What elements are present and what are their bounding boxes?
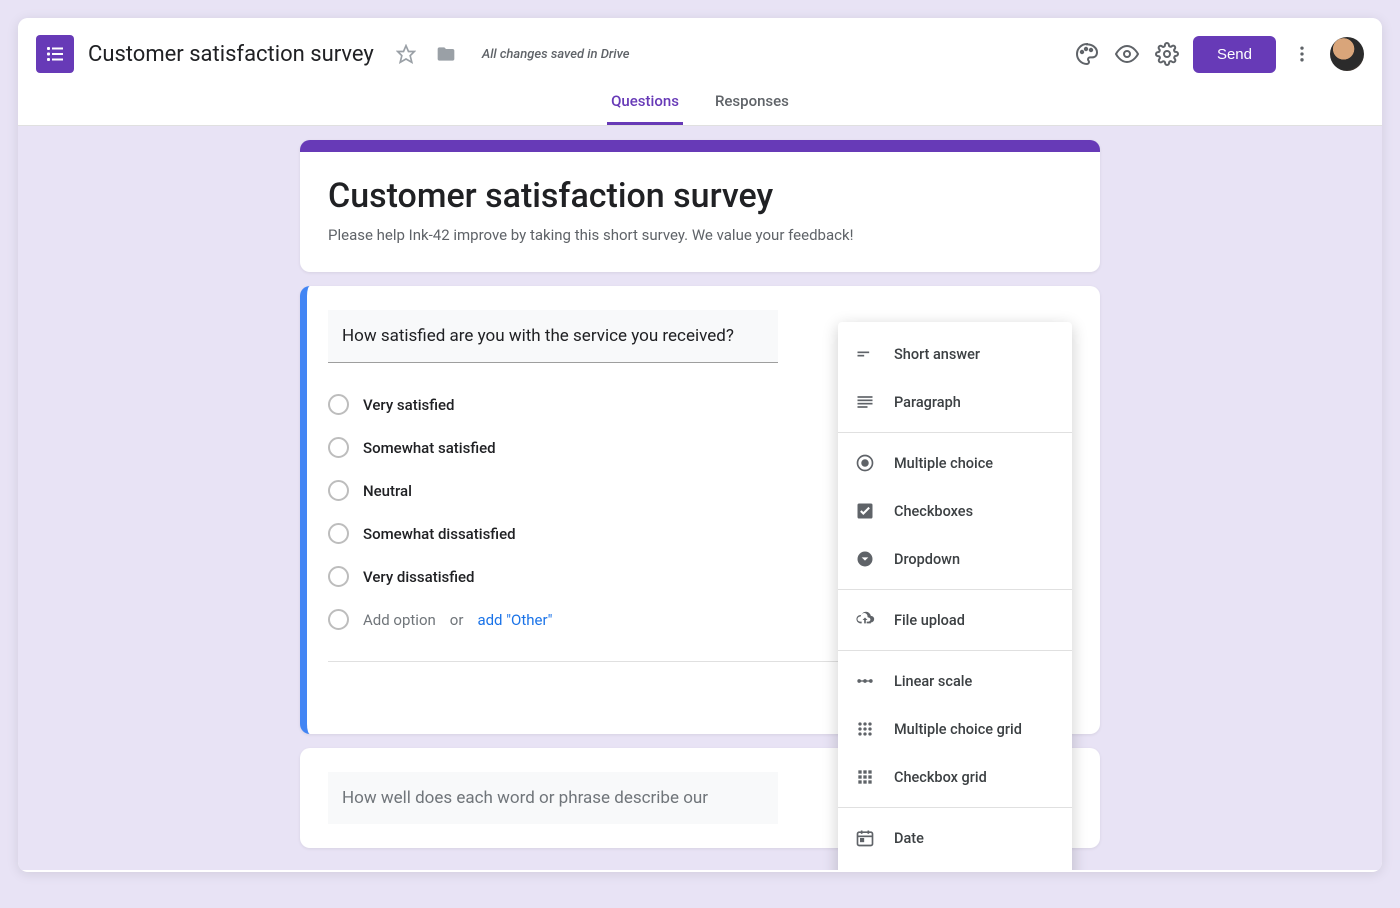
question-text-preview[interactable]: How well does each word or phrase descri… (328, 772, 778, 824)
or-text: or (450, 611, 464, 629)
radio-icon (328, 566, 349, 587)
radio-checked-icon (854, 452, 876, 474)
paragraph-icon (854, 391, 876, 413)
linear-scale-icon (854, 670, 876, 692)
menu-item-linear-scale[interactable]: Linear scale (838, 657, 1072, 705)
menu-label: Short answer (894, 346, 980, 363)
radio-icon (328, 480, 349, 501)
menu-item-multiple-choice[interactable]: Multiple choice (838, 439, 1072, 487)
menu-item-date[interactable]: Date (838, 814, 1072, 862)
menu-item-short-answer[interactable]: Short answer (838, 330, 1072, 378)
option-label[interactable]: Somewhat satisfied (363, 439, 496, 457)
question-type-menu: Short answer Paragraph Multiple choice C (838, 322, 1072, 870)
menu-divider (838, 432, 1072, 433)
preview-eye-icon[interactable] (1107, 34, 1147, 74)
form-canvas: Customer satisfaction survey Please help… (18, 126, 1382, 870)
radio-icon (328, 523, 349, 544)
menu-item-mc-grid[interactable]: Multiple choice grid (838, 705, 1072, 753)
forms-logo-icon[interactable] (36, 35, 74, 73)
option-label[interactable]: Neutral (363, 482, 412, 500)
form-description[interactable]: Please help Ink-42 improve by taking thi… (328, 226, 1072, 244)
menu-item-file-upload[interactable]: File upload (838, 596, 1072, 644)
short-answer-icon (854, 343, 876, 365)
folder-icon[interactable] (426, 34, 466, 74)
menu-label: Checkbox grid (894, 769, 987, 786)
radio-icon (328, 609, 349, 630)
palette-icon[interactable] (1067, 34, 1107, 74)
cloud-upload-icon (854, 609, 876, 631)
more-vert-icon[interactable] (1282, 34, 1322, 74)
checkbox-checked-icon (854, 500, 876, 522)
settings-gear-icon[interactable] (1147, 34, 1187, 74)
menu-label: Date (894, 830, 924, 847)
radio-icon (328, 394, 349, 415)
menu-item-dropdown[interactable]: Dropdown (838, 535, 1072, 583)
main-tabs: Questions Responses (18, 80, 1382, 126)
menu-label: Dropdown (894, 551, 960, 568)
menu-item-time[interactable]: Time (838, 862, 1072, 870)
menu-label: Linear scale (894, 673, 972, 690)
square-grid-icon (854, 766, 876, 788)
menu-label: Checkboxes (894, 503, 973, 520)
document-title[interactable]: Customer satisfaction survey (88, 42, 374, 67)
add-option-link[interactable]: Add option (363, 611, 436, 629)
option-label[interactable]: Very satisfied (363, 396, 455, 414)
menu-item-checkboxes[interactable]: Checkboxes (838, 487, 1072, 535)
send-button[interactable]: Send (1193, 36, 1276, 73)
app-header: Customer satisfaction survey All changes… (18, 18, 1382, 80)
dot-grid-icon (854, 718, 876, 740)
star-icon[interactable] (386, 34, 426, 74)
radio-icon (328, 437, 349, 458)
tab-questions[interactable]: Questions (607, 80, 683, 125)
menu-divider (838, 650, 1072, 651)
menu-divider (838, 807, 1072, 808)
menu-divider (838, 589, 1072, 590)
menu-item-checkbox-grid[interactable]: Checkbox grid (838, 753, 1072, 801)
tab-responses[interactable]: Responses (711, 80, 793, 125)
menu-item-paragraph[interactable]: Paragraph (838, 378, 1072, 426)
form-title[interactable]: Customer satisfaction survey (328, 176, 1072, 216)
calendar-icon (854, 827, 876, 849)
menu-label: Multiple choice grid (894, 721, 1022, 738)
menu-label: File upload (894, 612, 965, 629)
user-avatar[interactable] (1330, 37, 1364, 71)
option-label[interactable]: Somewhat dissatisfied (363, 525, 516, 543)
save-status: All changes saved in Drive (482, 47, 630, 62)
option-label[interactable]: Very dissatisfied (363, 568, 475, 586)
menu-label: Multiple choice (894, 455, 993, 472)
form-header-card[interactable]: Customer satisfaction survey Please help… (300, 140, 1100, 272)
question-text-input[interactable] (328, 310, 778, 363)
menu-label: Paragraph (894, 394, 961, 411)
dropdown-icon (854, 548, 876, 570)
add-other-link[interactable]: add "Other" (477, 611, 552, 629)
